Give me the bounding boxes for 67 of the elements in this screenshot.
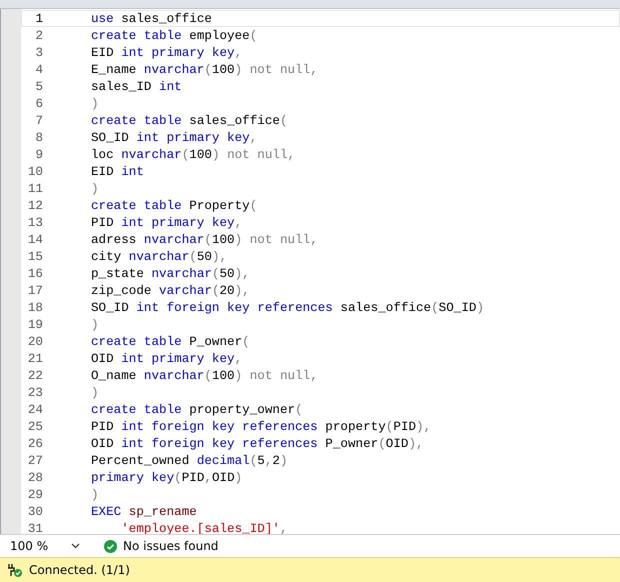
code-line: OID int foreign key references P_owner(OID), [91,436,424,450]
code-line: EXEC sp_rename [91,504,197,518]
code-line: create table property_owner( [91,402,303,416]
code-line: create table employee( [91,28,258,42]
code-line: OID int primary key, [91,352,242,366]
line-number: 3 [34,46,43,60]
line-number: 20 [26,334,43,348]
plug-icon [7,562,23,578]
code-line: ) [91,386,99,400]
code-line: ) [91,182,99,196]
line-number: 12 [26,198,43,212]
code-line: sales_ID int [91,80,182,94]
line-number: 19 [26,318,43,332]
line-number: 28 [26,470,43,484]
line-number: 13 [26,216,43,230]
code-line: create table sales_office( [91,114,288,128]
code-line: Percent_owned decimal(5,2) [91,454,288,468]
line-number: 9 [34,148,43,162]
code-line: primary key(PID,OID) [91,470,242,484]
line-number: 27 [26,454,43,468]
line-number: 4 [34,62,43,76]
zoom-dropdown[interactable]: 100 % [4,537,86,555]
code-line: loc nvarchar(100) not null, [91,148,296,162]
code-line: O_name nvarchar(100) not null, [91,368,318,382]
line-number: 31 [26,522,43,534]
line-number: 5 [34,80,43,94]
code-line: zip_code varchar(20), [91,284,250,298]
line-number: 23 [26,386,43,400]
line-number: 26 [26,436,43,450]
code-line: E_name nvarchar(100) not null, [91,62,318,76]
code-line: city nvarchar(50), [91,250,228,264]
code-line: p_state nvarchar(50), [91,266,250,280]
code-line: create table Property( [91,198,258,212]
line-number: 17 [26,284,43,298]
code-line: PID int primary key, [91,216,242,230]
line-number: 21 [26,352,43,366]
code-line: SO_ID int foreign key references sales_office(SO_ID) [91,300,484,314]
line-number: 6 [34,96,43,110]
code-line: use sales_office [91,12,212,26]
code-line: adress nvarchar(100) not null, [91,232,318,246]
code-line: PID int foreign key references property(PID), [91,420,432,434]
line-number: 18 [26,300,43,314]
line-number: 11 [26,182,43,196]
line-number: 14 [26,232,43,246]
line-number: 8 [34,130,43,144]
line-number: 25 [26,420,43,434]
line-number: 24 [26,402,43,416]
line-number: 29 [26,488,43,502]
code-line: ) [91,318,99,332]
code-line: EID int [91,164,144,178]
line-number: 7 [34,114,43,128]
line-number: 1 [34,12,43,26]
line-number: 2 [34,28,43,42]
code-line: create table P_owner( [91,334,250,348]
code-line: 'employee.[sales_ID]', [120,522,288,534]
line-number: 22 [26,368,43,382]
line-number: 15 [26,250,43,264]
code-line: ) [91,488,99,502]
code-line: EID int primary key, [91,46,242,60]
line-number: 30 [26,504,43,518]
code-line: ) [91,96,99,110]
line-number: 16 [26,266,43,280]
code-line: SO_ID int primary key, [91,130,258,144]
issues-text: No issues found [123,539,218,553]
chevron-down-icon [71,543,80,549]
status-text: Connected. (1/1) [29,563,130,577]
line-number: 10 [26,164,43,178]
